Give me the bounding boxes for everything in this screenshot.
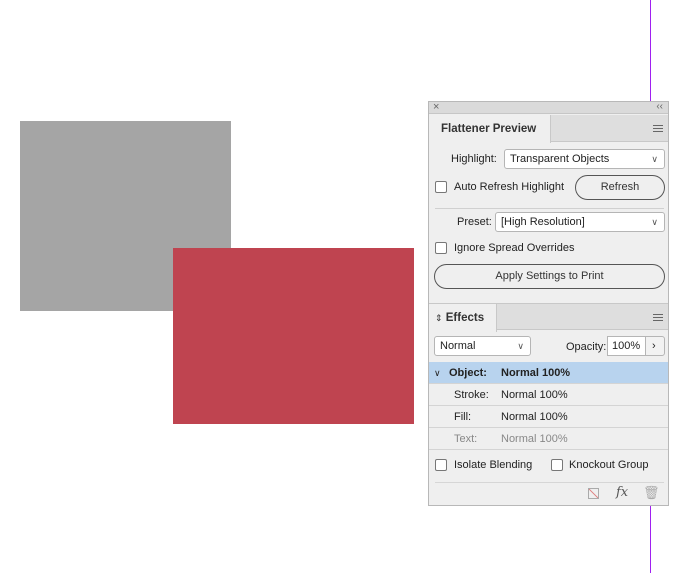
effects-row-fill[interactable]: Fill: Normal 100% — [429, 406, 668, 428]
purple-guide-bottom — [650, 506, 651, 573]
highlight-label: Highlight: — [451, 153, 497, 165]
apply-settings-button[interactable]: Apply Settings to Print — [434, 264, 665, 289]
preset-select[interactable]: [High Resolution] ∨ — [495, 212, 665, 232]
chevron-down-icon: ∨ — [434, 368, 441, 378]
preset-label: Preset: — [457, 216, 492, 228]
blend-mode-select[interactable]: Normal ∨ — [434, 336, 531, 356]
flattener-effects-panel: × ‹‹ Flattener Preview Highlight: Transp… — [428, 101, 669, 506]
highlight-value: Transparent Objects — [510, 153, 610, 165]
updown-icon: ⇕ — [435, 313, 443, 323]
close-icon[interactable]: × — [433, 101, 439, 113]
row-value: Normal 100% — [501, 389, 568, 401]
ignore-spread-checkbox[interactable] — [435, 242, 447, 254]
chevron-down-icon: ∨ — [517, 341, 524, 351]
row-label: Text: — [454, 433, 478, 445]
knockout-group-checkbox[interactable] — [551, 459, 563, 471]
opacity-slider-button[interactable]: › — [645, 336, 665, 356]
row-label: Object: — [449, 367, 487, 379]
fx-icon[interactable]: fx — [616, 485, 628, 500]
row-value: Normal 100% — [501, 411, 568, 423]
auto-refresh-label: Auto Refresh Highlight — [454, 181, 565, 193]
row-label: Fill: — [454, 411, 472, 423]
chevron-down-icon: ∨ — [651, 217, 658, 227]
effects-row-text[interactable]: Text: Normal 100% — [429, 428, 668, 450]
divider — [435, 482, 664, 483]
tab-flattener-preview[interactable]: Flattener Preview — [429, 115, 551, 143]
chevron-down-icon: ∨ — [651, 154, 658, 164]
row-label: Stroke: — [454, 389, 489, 401]
effects-tabrow: ⇕ Effects — [429, 303, 668, 332]
clear-effects-icon[interactable] — [588, 488, 599, 499]
isolate-blending-checkbox[interactable] — [435, 459, 447, 471]
panel-menu-icon[interactable] — [653, 314, 663, 321]
effects-row-stroke[interactable]: Stroke: Normal 100% — [429, 384, 668, 406]
trash-icon[interactable]: 🗑 — [643, 485, 660, 501]
opacity-input[interactable]: 100% — [607, 336, 646, 356]
preset-value: [High Resolution] — [501, 216, 585, 228]
isolate-blending-label: Isolate Blending — [454, 459, 533, 471]
row-value: Normal 100% — [501, 367, 571, 379]
red-rectangle[interactable] — [173, 248, 414, 424]
tab-effects[interactable]: ⇕ Effects — [429, 304, 497, 332]
auto-refresh-checkbox[interactable] — [435, 181, 447, 193]
refresh-button[interactable]: Refresh — [575, 175, 665, 200]
opacity-value: 100% — [612, 340, 641, 352]
flattener-tabrow: Flattener Preview — [429, 115, 668, 143]
panel-menu-icon[interactable] — [653, 125, 663, 132]
opacity-label: Opacity: — [566, 341, 607, 353]
knockout-group-label: Knockout Group — [569, 459, 649, 471]
blend-mode-value: Normal — [440, 340, 476, 352]
panel-titlebar: × ‹‹ — [429, 101, 668, 114]
row-value: Normal 100% — [501, 433, 568, 445]
divider — [435, 208, 664, 209]
highlight-select[interactable]: Transparent Objects ∨ — [504, 149, 665, 169]
ignore-spread-label: Ignore Spread Overrides — [454, 242, 575, 254]
effects-row-object[interactable]: ∨ Object: Normal 100% — [429, 362, 668, 384]
effects-tab-label: Effects — [445, 312, 485, 324]
purple-guide-top — [650, 0, 651, 101]
collapse-icon[interactable]: ‹‹ — [656, 101, 663, 112]
